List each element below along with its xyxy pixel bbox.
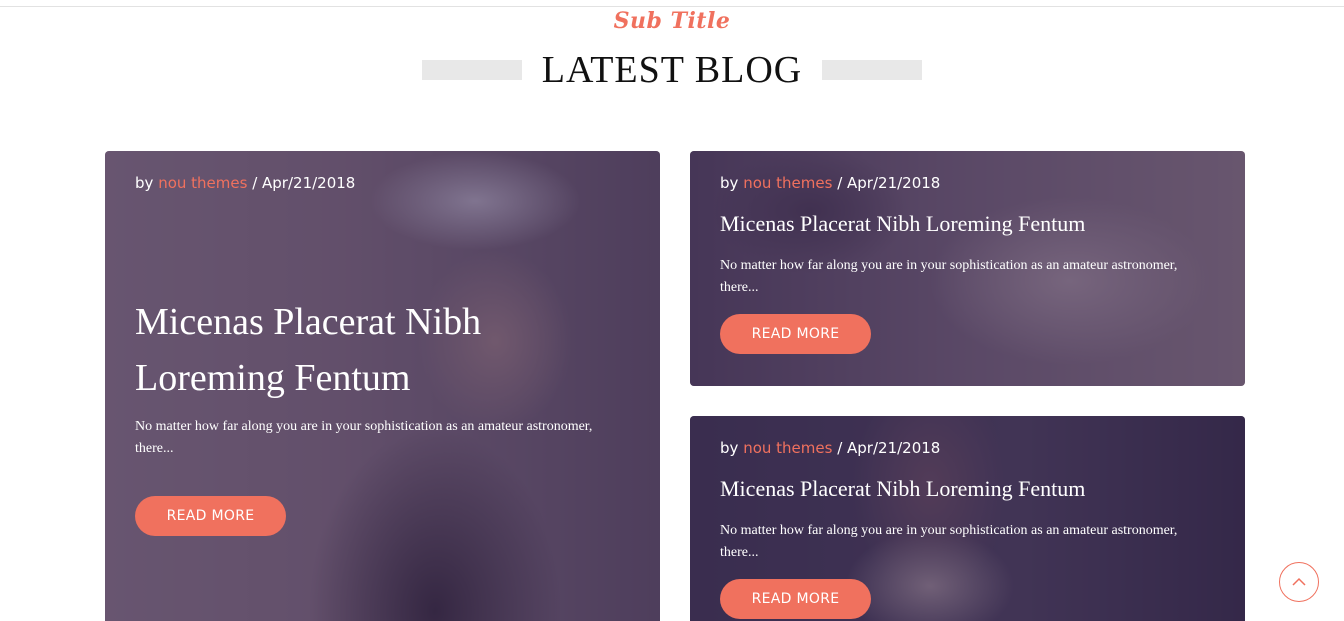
read-more-button[interactable]: READ MORE <box>720 579 871 619</box>
post-meta-separator: / <box>832 174 848 192</box>
post-excerpt: No matter how far along you are in your … <box>135 419 593 456</box>
post-date: Apr/21/2018 <box>847 174 941 192</box>
read-more-button[interactable]: READ MORE <box>135 496 286 536</box>
blog-card-featured[interactable]: by nou themes / Apr/21/2018 Micenas Plac… <box>105 151 660 621</box>
post-meta: by nou themes / Apr/21/2018 <box>720 174 940 192</box>
post-date: Apr/21/2018 <box>847 439 941 457</box>
post-by-label: by <box>135 174 154 192</box>
post-by-label: by <box>720 439 739 457</box>
post-excerpt: No matter how far along you are in your … <box>720 523 1178 560</box>
post-meta: by nou themes / Apr/21/2018 <box>720 439 940 457</box>
post-author-link[interactable]: nou themes <box>743 439 832 457</box>
chevron-up-icon <box>1292 577 1306 586</box>
post-meta-separator: / <box>832 439 848 457</box>
post-excerpt: No matter how far along you are in your … <box>720 258 1178 295</box>
read-more-button[interactable]: READ MORE <box>720 314 871 354</box>
post-author-link[interactable]: nou themes <box>158 174 247 192</box>
section-heading: LATEST BLOG <box>541 49 803 91</box>
post-meta-separator: / <box>247 174 263 192</box>
section-heading-row: LATEST BLOG <box>0 48 1344 92</box>
post-by-label: by <box>720 174 739 192</box>
post-meta: by nou themes / Apr/21/2018 <box>135 174 355 192</box>
post-title[interactable]: Micenas Placerat Nibh Loreming Fentum <box>720 474 1215 504</box>
post-title[interactable]: Micenas Placerat Nibh Loreming Fentum <box>135 294 630 406</box>
heading-decoration-left <box>421 60 522 80</box>
blog-card[interactable]: by nou themes / Apr/21/2018 Micenas Plac… <box>690 416 1245 621</box>
top-divider <box>0 6 1344 7</box>
heading-decoration-right <box>822 60 923 80</box>
section-subtitle: Sub Title <box>613 8 731 34</box>
post-date: Apr/21/2018 <box>262 174 356 192</box>
blog-card[interactable]: by nou themes / Apr/21/2018 Micenas Plac… <box>690 151 1245 386</box>
post-author-link[interactable]: nou themes <box>743 174 832 192</box>
scroll-to-top-button[interactable] <box>1279 562 1319 602</box>
post-title[interactable]: Micenas Placerat Nibh Loreming Fentum <box>720 209 1215 239</box>
